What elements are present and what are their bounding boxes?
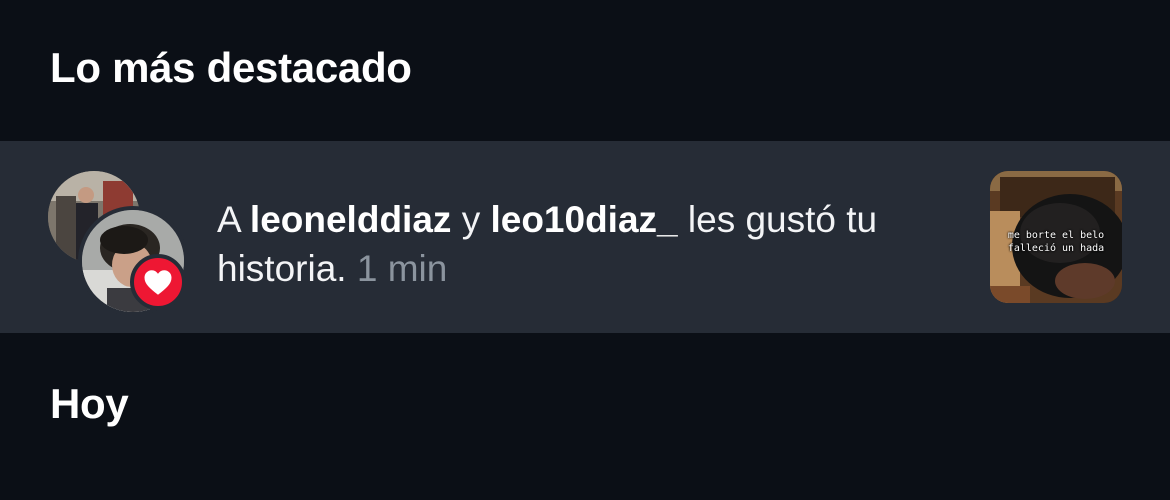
heart-icon (144, 269, 172, 295)
story-caption-line-1: me borte el belo (1007, 230, 1105, 241)
activity-page: Lo más destacado A leonelddiaz y leo10di… (0, 0, 1170, 500)
avatar-stack[interactable] (48, 171, 188, 316)
story-caption-line-2: falleció un hada (1007, 243, 1105, 254)
section-title-highlights: Lo más destacado (50, 44, 412, 91)
like-badge (130, 254, 186, 310)
username-leo10diaz[interactable]: leo10diaz_ (490, 199, 677, 240)
username-leonelddiaz[interactable]: leonelddiaz (250, 199, 451, 240)
notification-row[interactable]: A leonelddiaz y leo10diaz_ les gustó tu … (0, 141, 1170, 333)
notification-prefix: A (217, 199, 240, 240)
story-caption: me borte el belo falleció un hada (990, 229, 1122, 255)
notification-text: A leonelddiaz y leo10diaz_ les gustó tu … (217, 195, 957, 293)
notification-time: 1 min (356, 248, 448, 289)
notification-connector: y (461, 199, 481, 240)
section-title-today: Hoy (50, 380, 129, 427)
story-thumbnail[interactable]: me borte el belo falleció un hada (990, 171, 1122, 303)
